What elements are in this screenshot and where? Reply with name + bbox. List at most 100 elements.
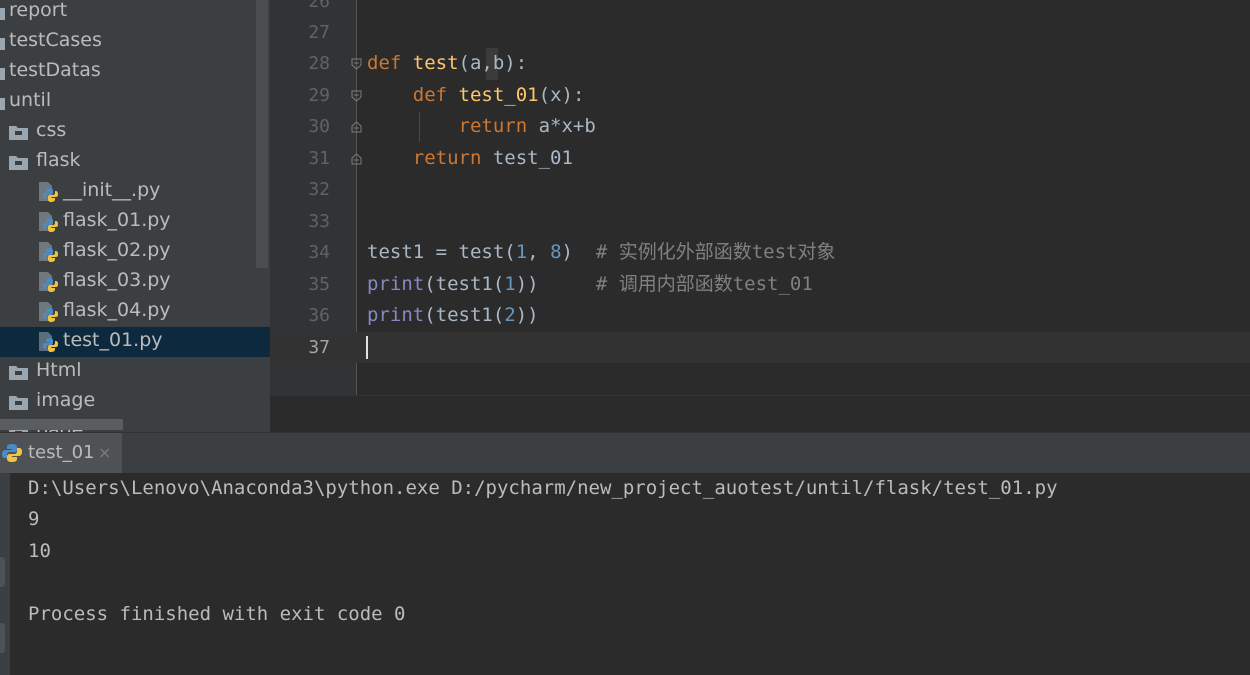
- code-text: )): [515, 304, 539, 326]
- number-literal: 8: [550, 241, 562, 263]
- line-number: 27: [308, 22, 330, 43]
- line-number: 37: [308, 337, 330, 358]
- tree-item-label: report: [9, 0, 68, 21]
- number-literal: 1: [515, 241, 528, 263]
- editor-bottom-area: [270, 395, 1250, 433]
- console-side-button[interactable]: [0, 557, 5, 587]
- tree-item-label: testDatas: [9, 59, 101, 81]
- console-toolbar: [0, 473, 10, 675]
- expression: test_01: [492, 147, 573, 169]
- line-number: 29: [308, 85, 330, 106]
- folder-icon: [0, 98, 5, 110]
- tree-item-label: testCases: [9, 29, 102, 51]
- builtin: print: [367, 273, 425, 295]
- tree-item-label: test_01.py: [63, 329, 163, 351]
- line-number: 28: [308, 53, 330, 74]
- number-literal: 1: [504, 273, 516, 295]
- keyword: return: [458, 115, 528, 137]
- tree-item-label: image: [36, 389, 96, 411]
- close-icon[interactable]: ×: [98, 433, 111, 473]
- console-line: 10: [28, 540, 51, 562]
- tree-item[interactable]: flask: [0, 147, 270, 177]
- fold-marker-icon[interactable]: [351, 153, 362, 165]
- tree-item[interactable]: flask_01.py: [0, 207, 270, 237]
- console-line: Process finished with exit code 0: [28, 603, 406, 625]
- function-name: test: [412, 52, 459, 74]
- builtin: print: [367, 304, 425, 326]
- project-tree: report testCases testDatas until css flask __i…: [0, 0, 270, 432]
- tree-item[interactable]: flask_02.py: [0, 237, 270, 267]
- tree-item-label: flask_02.py: [63, 239, 171, 261]
- tree-item[interactable]: image: [0, 387, 270, 417]
- code-text: test1 = test(: [367, 241, 516, 263]
- expression: a*x+b: [538, 115, 596, 137]
- comment: # 调用内部函数test_01: [595, 273, 813, 295]
- tree-item-label: __init__.py: [63, 179, 161, 201]
- code-line-30[interactable]: return a*x+b: [367, 111, 596, 142]
- line-number: 33: [308, 211, 330, 232]
- line-number: 30: [308, 116, 330, 137]
- tree-item-label: flask_03.py: [63, 269, 171, 291]
- text-caret: [366, 336, 368, 359]
- python-file-icon: [39, 272, 58, 292]
- tree-item[interactable]: testCases: [0, 27, 270, 57]
- tree-item[interactable]: __init__.py: [0, 177, 270, 207]
- number-literal: 2: [504, 304, 516, 326]
- folder-icon: [0, 8, 5, 20]
- keyword: def: [412, 84, 448, 106]
- line-number: 35: [308, 274, 330, 295]
- console-side-button[interactable]: [0, 623, 5, 653]
- python-file-icon: [39, 332, 58, 352]
- tree-item[interactable]: testDatas: [0, 57, 270, 87]
- tree-item[interactable]: Html: [0, 357, 270, 387]
- code-line-35[interactable]: print(test1(1)) # 调用内部函数test_01: [367, 269, 813, 300]
- python-run-icon: [2, 444, 22, 462]
- code-line-36[interactable]: print(test1(2)): [367, 300, 539, 331]
- code-text: )): [515, 273, 596, 295]
- code-text: ): [561, 241, 596, 263]
- function-name: test_01: [458, 84, 539, 106]
- line-number: 34: [308, 242, 330, 263]
- code-text: ,: [527, 241, 551, 263]
- code-line-28[interactable]: def test(a,b):: [367, 48, 527, 79]
- params: (x):: [538, 84, 585, 106]
- params: (a,b):: [458, 52, 528, 74]
- tree-item[interactable]: report: [0, 0, 270, 27]
- code-line-34[interactable]: test1 = test(1, 8) # 实例化外部函数test对象: [367, 237, 835, 268]
- folder-icon: [9, 396, 28, 410]
- tree-horizontal-scrollbar[interactable]: [0, 419, 123, 430]
- fold-marker-icon[interactable]: [351, 58, 362, 70]
- folder-icon: [0, 68, 5, 80]
- line-number: 32: [308, 179, 330, 200]
- tree-item[interactable]: until: [0, 87, 270, 117]
- tree-item[interactable]: flask_04.py: [0, 297, 270, 327]
- folder-icon: [9, 366, 28, 380]
- folder-icon: [0, 38, 5, 50]
- python-file-icon: [39, 242, 58, 262]
- code-text: (test1(: [424, 273, 505, 295]
- console-line: D:\Users\Lenovo\Anaconda3\python.exe D:/…: [28, 477, 1058, 499]
- code-text: (test1(: [424, 304, 505, 326]
- tree-item-label: Html: [36, 359, 82, 381]
- code-line-31[interactable]: return test_01: [367, 143, 573, 174]
- tab-test-01[interactable]: test_01 ×: [0, 433, 122, 473]
- tree-item-label: flask_01.py: [63, 209, 171, 231]
- folder-icon: [9, 126, 28, 140]
- tree-item-label: until: [9, 89, 52, 111]
- python-file-icon: [39, 302, 58, 322]
- line-number: 31: [308, 148, 330, 169]
- tab-label: test_01: [28, 442, 95, 463]
- console-line: 9: [28, 508, 40, 530]
- comment: # 实例化外部函数test对象: [595, 241, 836, 263]
- line-number: 26: [308, 0, 330, 12]
- tree-scrollbar[interactable]: [256, 0, 268, 268]
- tree-item[interactable]: test_01.py: [0, 327, 270, 357]
- run-tool-window-header: test_01 ×: [0, 432, 1250, 473]
- code-line-29[interactable]: def test_01(x):: [367, 80, 585, 111]
- line-number: 36: [308, 305, 330, 326]
- fold-marker-icon[interactable]: [351, 121, 362, 133]
- tree-item[interactable]: flask_03.py: [0, 267, 270, 297]
- fold-marker-icon[interactable]: [351, 90, 362, 102]
- tree-item[interactable]: css: [0, 117, 270, 147]
- current-line-highlight: [270, 332, 1250, 363]
